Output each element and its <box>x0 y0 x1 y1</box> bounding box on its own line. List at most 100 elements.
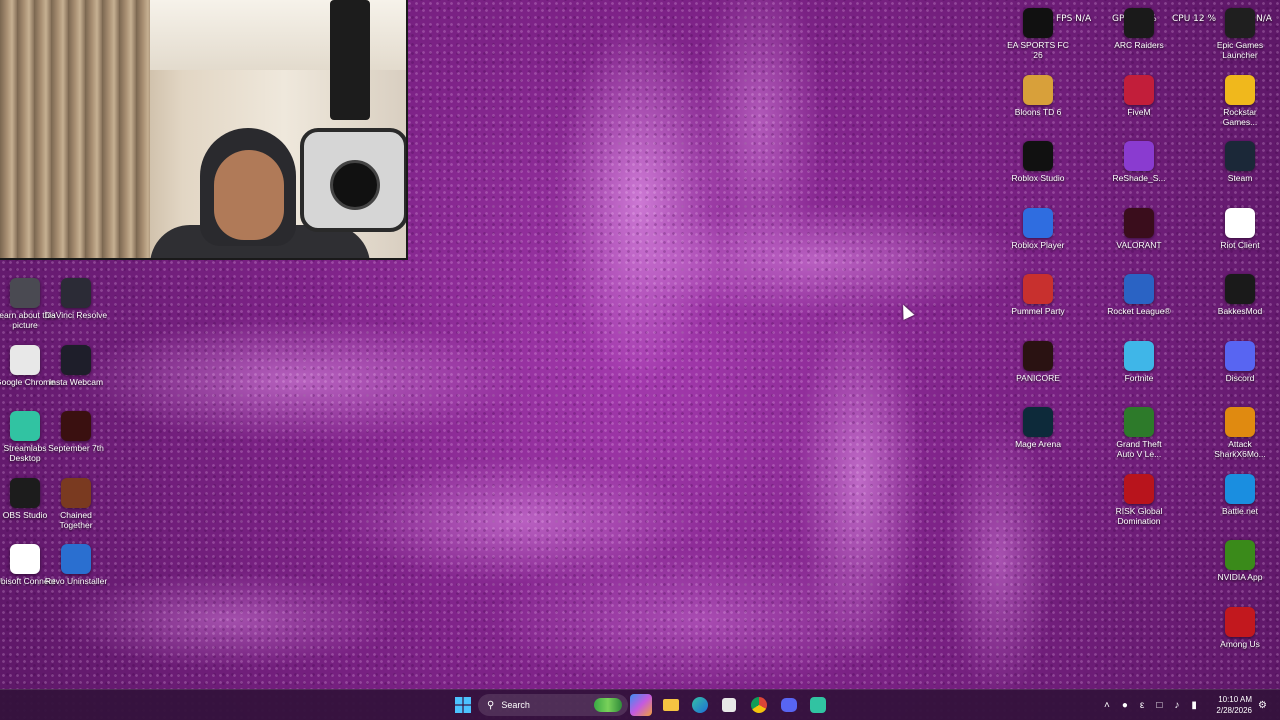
ubisoft-icon <box>10 544 40 574</box>
start-button[interactable] <box>452 694 474 716</box>
desktop-icon-revo-uninstaller[interactable]: Revo Uninstaller <box>44 544 108 586</box>
edge-icon[interactable] <box>689 694 711 716</box>
desktop-icon-ea-sports-fc-26[interactable]: EA SPORTS FC 26 <box>1006 8 1070 60</box>
webcam-person-face <box>214 150 284 240</box>
desktop-icon-chained-together[interactable]: Chained Together <box>44 477 108 530</box>
clock-date: 2/28/2026 <box>1216 706 1252 715</box>
desktop-icon-steam[interactable]: Steam <box>1208 141 1272 183</box>
ea-fc-icon <box>1023 8 1053 38</box>
desktop-icon-pummel-party[interactable]: Pummel Party <box>1006 274 1070 316</box>
taskbar-search[interactable]: ⚲ Search <box>478 694 628 716</box>
desktop-icon-label: Steam <box>1227 173 1253 183</box>
desktop-icon-label: Battle.net <box>1222 505 1258 516</box>
epic-games-icon <box>1225 8 1255 38</box>
battery-icon[interactable]: ▮ <box>1191 700 1197 711</box>
mage-arena-icon <box>1023 407 1053 437</box>
rockstar-icon <box>1225 74 1255 105</box>
windows-logo-icon <box>455 697 471 713</box>
revo-icon <box>61 544 91 574</box>
desktop-icon-valorant[interactable]: VALORANT <box>1107 207 1171 250</box>
desktop-icon-label: Chained Together <box>59 509 93 530</box>
desktop-icon-bakkesmod[interactable]: BakkesMod <box>1208 274 1272 316</box>
volume-icon[interactable]: ♪ <box>1174 700 1179 711</box>
discord-taskbar-icon[interactable] <box>778 694 800 716</box>
microphone-icon[interactable]: ● <box>1122 700 1128 711</box>
desktop-icon-label: Revo Uninstaller <box>44 576 108 586</box>
system-tray: ˄ ● ε □ ♪ ▮ <box>1104 690 1197 720</box>
panicore-icon <box>1023 340 1053 371</box>
desktop-icon-label: Roblox Studio <box>1011 173 1065 183</box>
desktop-icon-davinci-resolve[interactable]: DaVinci Resolve <box>44 278 108 320</box>
desktop-icon-fortnite[interactable]: Fortnite <box>1107 340 1171 383</box>
desktop-icon-label: Fortnite <box>1124 372 1154 383</box>
steam-icon <box>1225 141 1255 171</box>
desktop-icon-label: Bloons TD 6 <box>1014 106 1062 117</box>
desktop-icon-label: DaVinci Resolve <box>44 310 108 320</box>
davinci-resolve-icon <box>61 278 91 308</box>
search-placeholder: Search <box>501 700 530 710</box>
desktop-icon-nvidia-app[interactable]: NVIDIA App <box>1208 540 1272 582</box>
shark-icon <box>1225 407 1255 437</box>
desktop-icon-rockstar-games[interactable]: Rockstar Games... <box>1208 74 1272 127</box>
discord-icon <box>1225 340 1255 371</box>
desktop-icon-bloons-td-6[interactable]: Bloons TD 6 <box>1006 74 1070 117</box>
search-icon: ⚲ <box>487 699 495 711</box>
rocket-league-icon <box>1124 274 1154 304</box>
desktop-icon-insta-webcam[interactable]: Insta Webcam <box>44 344 108 387</box>
desktop-icon-label: PANICORE <box>1016 372 1060 383</box>
desktop-icon-label: Grand Theft Auto V Le... <box>1116 439 1162 459</box>
file-explorer-icon[interactable] <box>660 694 682 716</box>
desktop[interactable]: FPS N/A GPU 36 % CPU 12 % N/A Learn abou… <box>0 0 1280 720</box>
desktop-icon-label: Attack SharkX6Mo... <box>1214 439 1266 459</box>
desktop-icon-grand-theft-auto-v-le[interactable]: Grand Theft Auto V Le... <box>1107 407 1171 459</box>
streamlabs-taskbar-icon[interactable] <box>807 694 829 716</box>
desktop-icon-mage-arena[interactable]: Mage Arena <box>1006 407 1070 449</box>
desktop-icon-fivem[interactable]: FiveM <box>1107 74 1171 117</box>
webcam-mount-arm <box>330 0 370 120</box>
search-highlight-icon <box>594 698 622 712</box>
desktop-icon-label: Rockstar Games... <box>1222 106 1258 127</box>
nvidia-icon <box>1225 540 1255 570</box>
chrome-icon <box>10 344 40 375</box>
desktop-icon-rocket-league[interactable]: Rocket League® <box>1107 274 1171 316</box>
reshade-icon <box>1124 141 1154 171</box>
desktop-icon-label: Insta Webcam <box>48 376 104 387</box>
desktop-icon-panicore[interactable]: PANICORE <box>1006 340 1070 383</box>
desktop-icon-label: FiveM <box>1127 106 1151 117</box>
desktop-icon-label: Epic Games Launcher <box>1216 40 1264 60</box>
bloons-icon <box>1023 74 1053 105</box>
desktop-icon-september-7th[interactable]: September 7th <box>44 411 108 453</box>
desktop-icon-roblox-studio[interactable]: Roblox Studio <box>1006 141 1070 183</box>
battlenet-icon <box>1225 473 1255 504</box>
desktop-icon-label: ReShade_S... <box>1112 173 1166 183</box>
store-icon[interactable] <box>718 694 740 716</box>
chevron-up-icon[interactable]: ˄ <box>1104 700 1110 711</box>
desktop-icon-label: EA SPORTS FC 26 <box>1007 40 1069 60</box>
desktop-icon-epic-games-launcher[interactable]: Epic Games Launcher <box>1208 8 1272 60</box>
chrome-taskbar-icon[interactable] <box>748 694 770 716</box>
desktop-icon-risk-global-domination[interactable]: RISK Global Domination <box>1107 473 1171 526</box>
desktop-icon-roblox-player[interactable]: Roblox Player <box>1006 207 1070 250</box>
desktop-icon-label: Discord <box>1225 372 1255 383</box>
desktop-icon-arc-raiders[interactable]: ARC Raiders <box>1107 8 1171 50</box>
risk-icon <box>1124 473 1154 504</box>
desktop-icon-label: Pummel Party <box>1011 306 1065 316</box>
desktop-icon-among-us[interactable]: Among Us <box>1208 606 1272 649</box>
desktop-icon-label: Roblox Player <box>1011 239 1065 250</box>
game-icon <box>61 477 91 508</box>
copilot-icon[interactable] <box>630 694 652 716</box>
streamlabs-icon <box>10 411 40 441</box>
desktop-icon-battle-net[interactable]: Battle.net <box>1208 473 1272 516</box>
notification-bell-icon[interactable]: ⚙ <box>1258 690 1267 720</box>
desktop-icon-attack-sharkx6mo[interactable]: Attack SharkX6Mo... <box>1208 407 1272 459</box>
desktop-icon-discord[interactable]: Discord <box>1208 340 1272 383</box>
desktop-icon-label: NVIDIA App <box>1217 572 1263 582</box>
desktop-icon-riot-client[interactable]: Riot Client <box>1208 207 1272 250</box>
desktop-icon-label: September 7th <box>48 443 104 453</box>
input-indicator-icon[interactable]: ε <box>1140 700 1144 711</box>
taskbar: ⚲ Search ˄ ● ε □ ♪ ▮ 10:10 AM 2/28/2026 … <box>0 689 1280 720</box>
desktop-icon-reshade-s[interactable]: ReShade_S... <box>1107 141 1171 183</box>
valorant-icon <box>1124 207 1154 238</box>
network-icon[interactable]: □ <box>1156 700 1162 711</box>
taskbar-clock[interactable]: 10:10 AM 2/28/2026 <box>1216 694 1252 716</box>
